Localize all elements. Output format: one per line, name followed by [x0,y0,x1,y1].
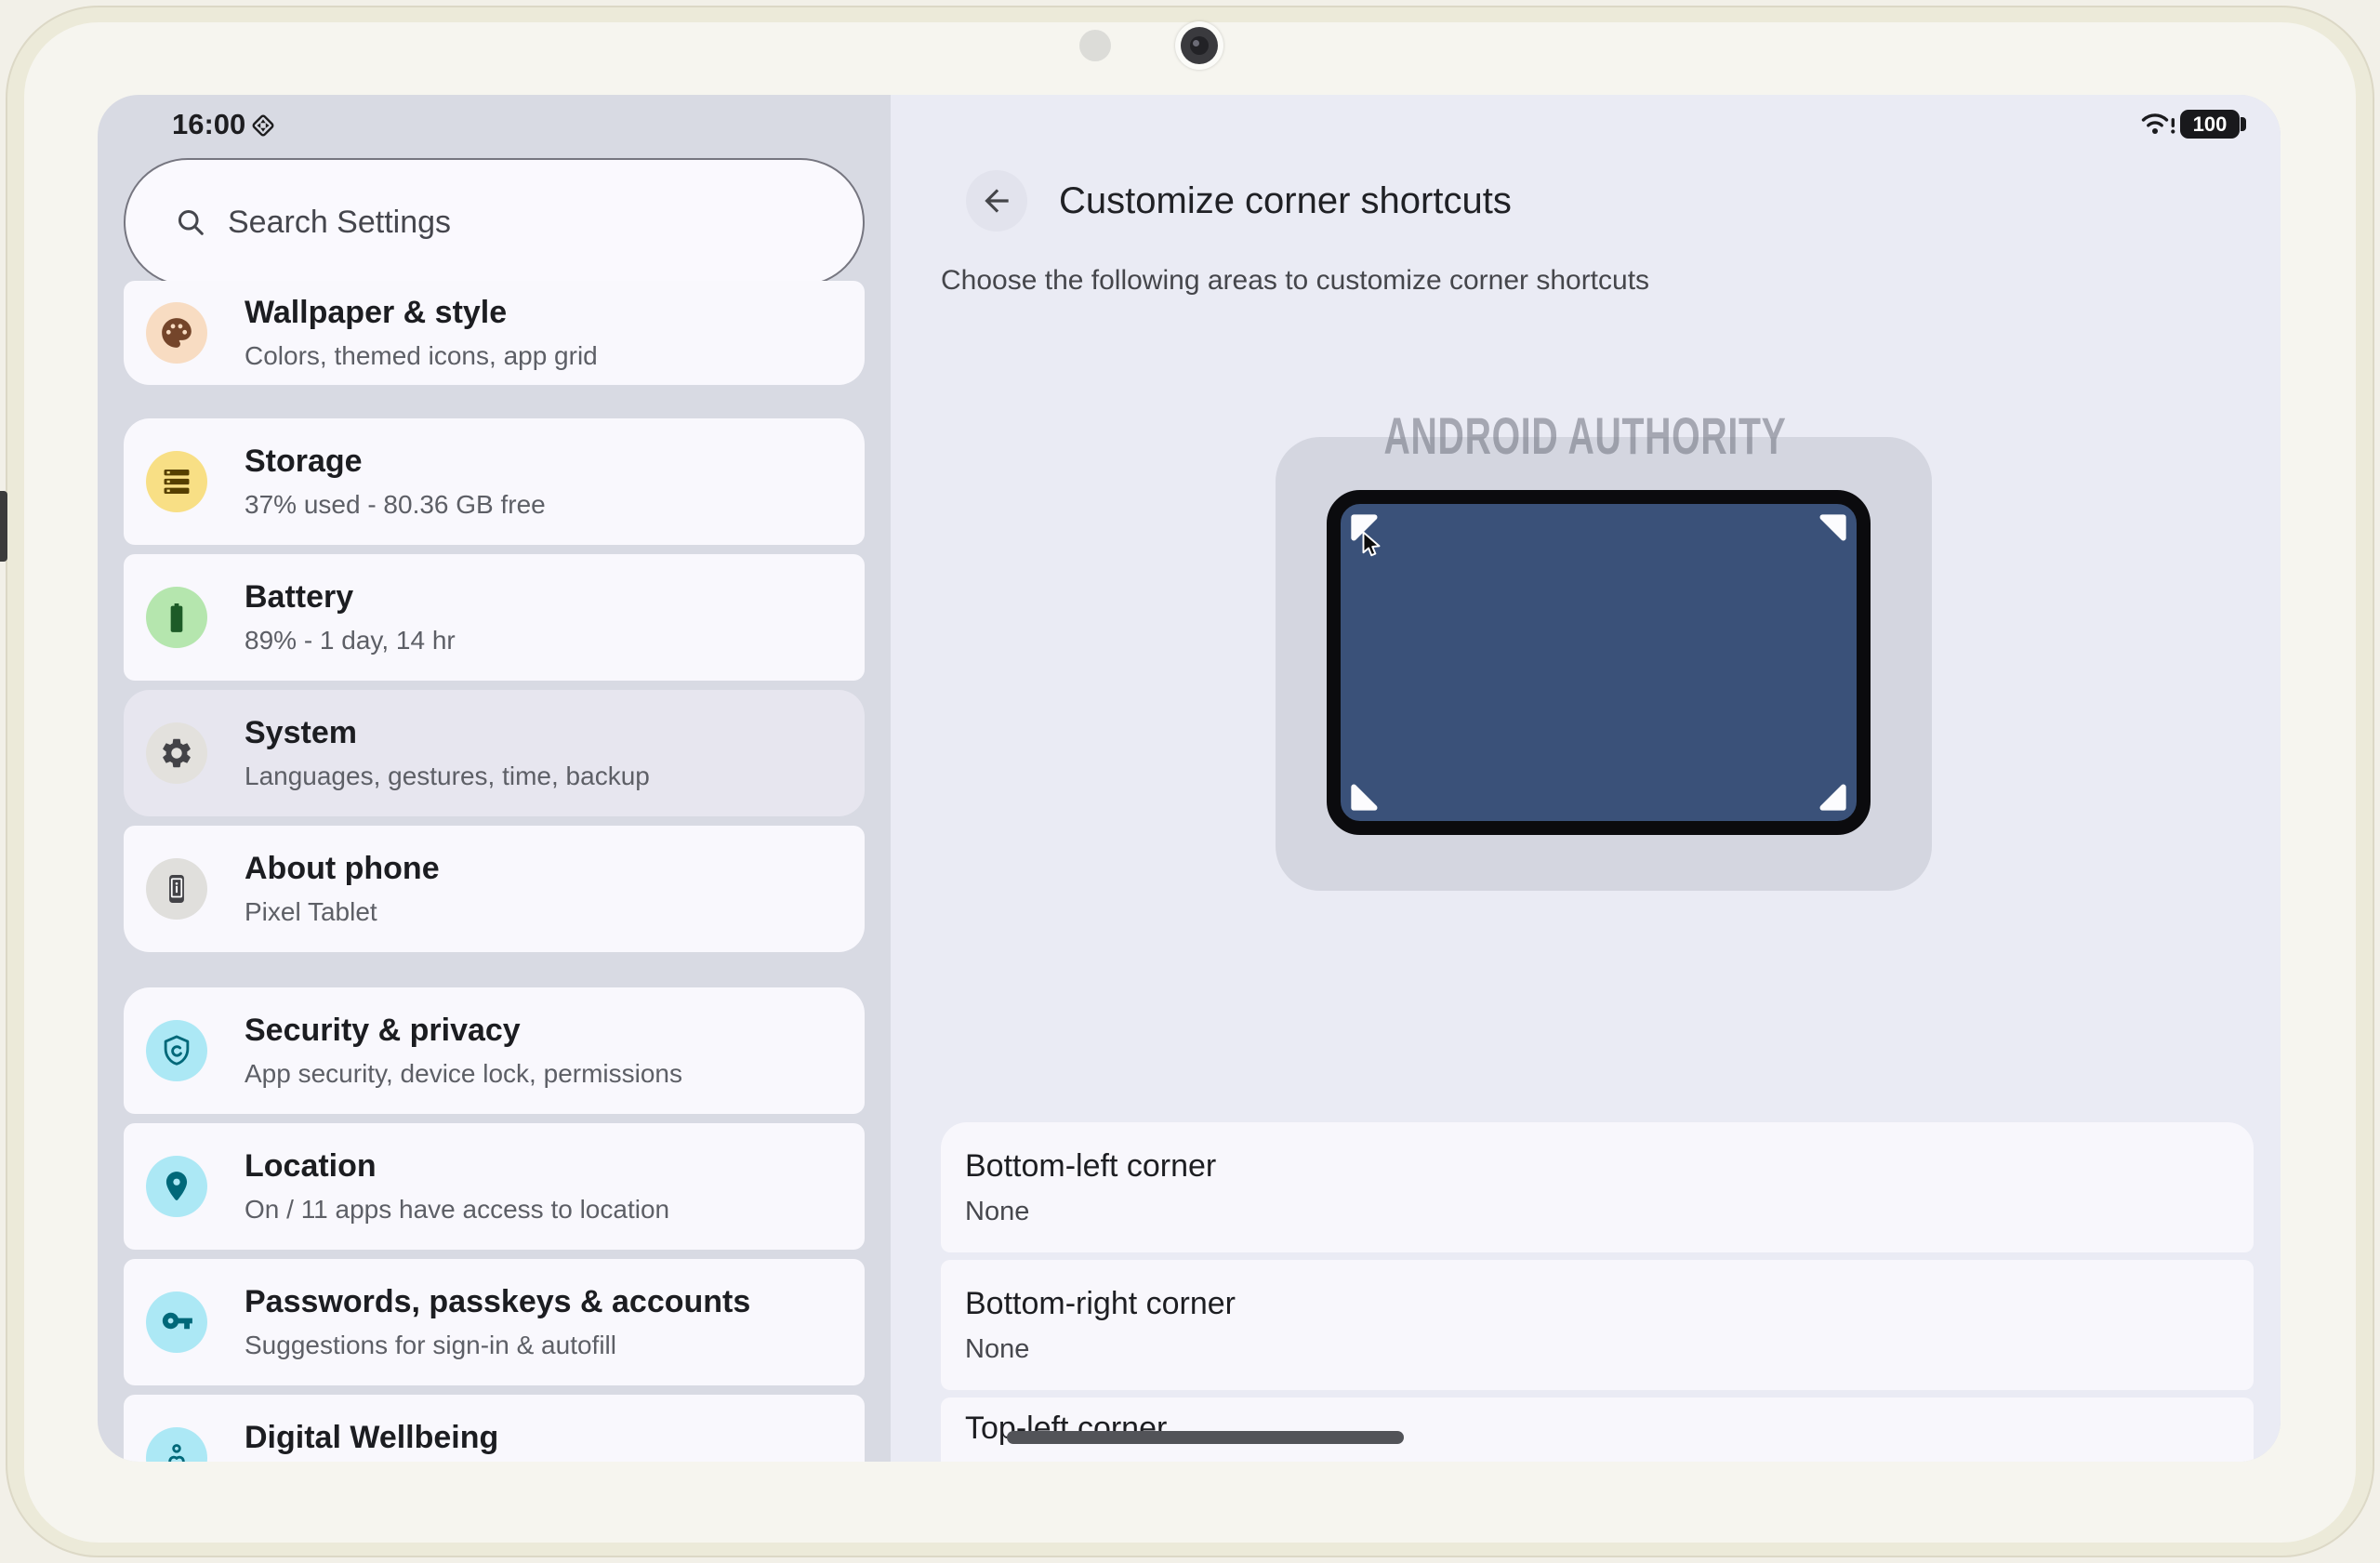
sidebar-item-title: Storage [245,444,363,479]
wifi-alert-icon [2141,113,2175,134]
sidebar-item-title: Security & privacy [245,1013,521,1048]
palette-icon [146,302,207,364]
sidebar-item-subtitle: Languages, gestures, time, backup [245,762,650,790]
tablet-screen: 16:00 100 Search Settings Wallpaper & st… [98,95,2281,1462]
watermark: ANDROID AUTHORITY [1383,406,1787,465]
sidebar-item-location[interactable]: Location On / 11 apps have access to loc… [124,1123,865,1250]
sidebar-item-title: Passwords, passkeys & accounts [245,1284,751,1319]
sidebar-item-subtitle: 89% - 1 day, 14 hr [245,626,456,655]
back-arrow-icon [985,189,1009,213]
page-description: Choose the following areas to customize … [941,265,1650,296]
sidebar-item-subtitle: Suggestions for sign-in & autofill [245,1331,616,1359]
sidebar-item-title: Wallpaper & style [245,295,508,330]
battery-percent: 100 [2192,112,2228,136]
dice-status-icon [252,114,274,137]
storage-icon [146,451,207,512]
battery-icon [146,587,207,648]
sidebar-item-title: Digital Wellbeing [245,1420,499,1455]
shortcut-row-bottom-right[interactable]: Bottom-right corner None [941,1260,2254,1390]
sidebar-item-title: Battery [245,579,354,615]
sidebar-item-storage[interactable]: Storage 37% used - 80.36 GB free [124,418,865,545]
corner-triangle-bottom-left [1351,784,1378,811]
sidebar-item-passwords[interactable]: Passwords, passkeys & accounts Suggestio… [124,1259,865,1385]
search-icon [178,209,204,235]
sidebar-item-title: About phone [245,851,440,886]
sidebar-item-subtitle: 37% used - 80.36 GB free [245,490,546,519]
shortcut-value: None [965,1333,1030,1364]
battery-nub [2241,117,2246,131]
sidebar-item-system[interactable]: System Languages, gestures, time, backup [124,690,865,816]
shortcut-label: Bottom-left corner [965,1147,1217,1184]
phone-info-icon [146,858,207,920]
sidebar-item-subtitle: Pixel Tablet [245,897,377,926]
search-placeholder: Search Settings [228,204,452,240]
corner-triangle-bottom-right [1819,784,1846,811]
sidebar-item-title: Location [245,1148,377,1184]
corner-triangle-top-right [1819,514,1846,541]
location-pin-icon [146,1156,207,1217]
back-button[interactable] [966,170,1027,232]
sidebar-item-about-phone[interactable]: About phone Pixel Tablet [124,826,865,952]
shortcut-row-top-left[interactable]: Top-left corner None [941,1397,2254,1462]
gear-icon [146,722,207,784]
mouse-cursor-icon [1362,531,1381,557]
search-input[interactable]: Search Settings [124,158,865,286]
sidebar-item-subtitle: On / 11 apps have access to location [245,1195,670,1224]
page-title: Customize corner shortcuts [1059,179,1512,221]
battery-pill: 100 [2180,110,2240,139]
volume-button [0,491,7,562]
shortcut-value: None [965,1459,2254,1463]
sidebar-item-digital-wellbeing[interactable]: Digital Wellbeing Screen time, app timer… [124,1395,865,1462]
shortcut-row-bottom-left[interactable]: Bottom-left corner None [941,1122,2254,1252]
sidebar-item-subtitle: App security, device lock, permissions [245,1059,682,1088]
shield-icon [146,1020,207,1081]
battery-status: 100 [2180,110,2246,139]
wellbeing-icon [146,1427,207,1462]
front-camera [1175,21,1223,70]
sidebar-item-security-privacy[interactable]: Security & privacy App security, device … [124,987,865,1114]
sidebar-item-subtitle: Colors, themed icons, app grid [245,341,598,370]
sidebar-item-wallpaper-style[interactable]: Wallpaper & style Colors, themed icons, … [124,281,865,385]
touchpad-graphic [1327,490,1871,835]
shortcut-label: Bottom-right corner [965,1285,1236,1321]
shortcut-value: None [965,1196,1030,1226]
sidebar-item-battery[interactable]: Battery 89% - 1 day, 14 hr [124,554,865,681]
sidebar-item-title: System [245,715,357,750]
status-time: 16:00 [172,108,246,140]
light-sensor-dot [1079,30,1111,61]
taskbar-handle[interactable] [1007,1431,1404,1444]
key-icon [146,1291,207,1353]
